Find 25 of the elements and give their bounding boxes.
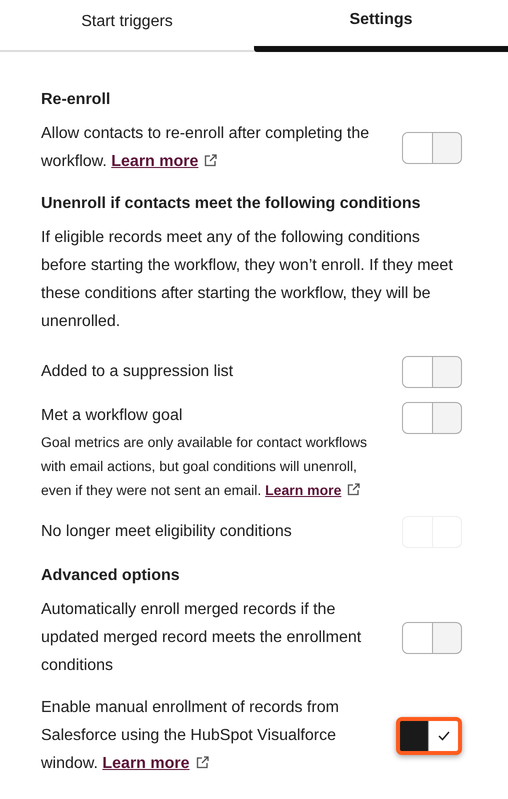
external-link-icon (196, 756, 209, 769)
toggle-switch[interactable] (402, 622, 462, 654)
help-text: Goal metrics are only available for contact workflows with email actions, but goal conditions will unenroll, even if they were not sent an email. Learn more (41, 433, 368, 500)
learn-more-link[interactable]: Learn more (265, 482, 360, 498)
learn-more-link[interactable]: Learn more (111, 153, 218, 170)
section-heading: Re-enroll (41, 90, 112, 110)
tab[interactable]: Settings (254, 0, 508, 52)
toggle-switch[interactable] (402, 356, 462, 388)
learn-more-link[interactable]: Learn more (102, 755, 209, 772)
setting-label: Met a workflow goal (41, 406, 184, 426)
setting-label: Automatically enroll merged records if the updated merged record meets the enrollment conditions (41, 600, 362, 676)
section-heading: Unenroll if contacts meet the following conditions (41, 194, 422, 214)
external-link-icon (347, 483, 360, 496)
toggle-switch[interactable] (402, 402, 462, 434)
setting-label: Enable manual enrollment of records from Salesforce using the HubSpot Visualforce window. Learn more (41, 698, 340, 774)
section-heading: Advanced options (41, 566, 181, 586)
toggle-switch[interactable] (396, 717, 462, 755)
setting-label: Allow contacts to re-enroll after completing the workflow. Learn more (41, 124, 370, 172)
setting-label: Added to a suppression list (41, 362, 234, 382)
setting-label: No longer meet eligibility conditions (41, 522, 293, 542)
check-icon (438, 731, 450, 741)
external-link-icon (204, 154, 218, 167)
toggle-switch[interactable] (402, 132, 462, 164)
tab[interactable]: Start triggers (0, 0, 254, 52)
description-text: If eligible records meet any of the following conditions before starting the workflow, they won’t enroll. If they meet these conditions after starting the workflow, they will be unenrolled. (41, 228, 453, 332)
